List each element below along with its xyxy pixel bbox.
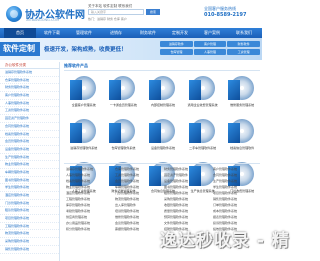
product-name[interactable]: 仓库管理软件系统 [106, 146, 142, 154]
product-card[interactable]: 通用企业收费管理系统 [185, 74, 221, 111]
software-box-icon[interactable] [148, 117, 178, 145]
sidebar-item[interactable]: 工程管理软件系统 [0, 223, 59, 231]
hotline-number: 010-8589-2197 [204, 12, 247, 18]
sidebar-item[interactable]: 合同管理软件系统 [0, 123, 59, 131]
software-box-icon[interactable] [188, 117, 218, 145]
section-title: 推荐软件产品 [64, 63, 88, 68]
nav-item-contact[interactable]: 联系我们 [228, 28, 260, 38]
product-name[interactable]: 设备管理软件系统 [145, 146, 181, 154]
software-box-icon[interactable] [227, 74, 257, 102]
nav-item-management[interactable]: 管理软件 [68, 28, 100, 38]
sidebar-item[interactable]: 销售管理软件系统 [0, 246, 59, 254]
sidebar-item[interactable]: 仓库管理软件系统 [0, 77, 59, 85]
nav-item-custom-dev[interactable]: 定制开发 [164, 28, 196, 38]
nav-item-inventory[interactable]: 进销存 [100, 28, 132, 38]
product-name[interactable]: 档案信息管理软件 [224, 146, 260, 154]
main-nav: 首页 软件下载 管理软件 进销存 财务软件 定制开发 客户案例 联系我们 [0, 28, 262, 38]
product-name[interactable]: 内部控制管理系统 [145, 103, 181, 111]
product-card[interactable]: 仓库管理软件系统 [106, 117, 142, 154]
banner-slogan: 极速开发，架构成熟，收费更低！ [44, 47, 127, 53]
nav-item-downloads[interactable]: 软件下载 [36, 28, 68, 38]
product-card[interactable]: 全面客户管理系统 [66, 74, 102, 111]
software-link-list: 进销存管理软件系统 仓库管理软件系统 财务管理软件系统 客户管理软件系统 人事管理软件系… [66, 166, 260, 232]
product-card[interactable]: 档案信息管理软件 [224, 117, 260, 154]
sidebar-item[interactable]: 固定资产管理软件 [0, 115, 59, 123]
product-name[interactable]: 二手车管理软件系统 [185, 146, 221, 154]
banner-tag[interactable]: 仓库管理 [160, 49, 193, 55]
software-box-icon[interactable] [69, 74, 99, 102]
software-box-icon[interactable] [108, 74, 138, 102]
sidebar-item[interactable]: 车辆管理软件系统 [0, 169, 59, 177]
sidebar-item[interactable]: 租赁管理软件系统 [0, 207, 59, 216]
banner-tag[interactable]: 工资管理 [227, 49, 260, 55]
sidebar-item[interactable]: 会员管理软件系统 [0, 138, 59, 146]
product-card[interactable]: 设备管理软件系统 [145, 117, 181, 154]
sidebar-item[interactable]: 酒店管理软件系统 [0, 192, 59, 200]
list-divider [64, 163, 260, 164]
sidebar-title: 办公软件分类 [0, 62, 59, 69]
nav-item-cases[interactable]: 客户案例 [196, 28, 228, 38]
site-header: 协办公软件网 XIEBANGONG.COM 关于本站 软件定制 联系我们 输入关… [0, 0, 262, 28]
sidebar-item[interactable]: 财务管理软件系统 [0, 84, 59, 93]
product-card[interactable]: 一卡通会员管理系统 [106, 74, 142, 111]
banner-tag[interactable]: 进销存软件 [160, 41, 193, 47]
watermark-text: 逸达秒收录 - 精 [160, 231, 290, 251]
sidebar-item[interactable]: 设备管理软件系统 [0, 146, 59, 154]
banner-tag-list: 进销存软件 客户管理 财务软件 仓库管理 人事管理 工资管理 [160, 41, 260, 55]
banner-heading: 软件定制 [0, 42, 40, 56]
product-name[interactable]: 一卡通会员管理系统 [106, 103, 142, 111]
sidebar-item[interactable]: 物业管理软件系统 [0, 161, 59, 169]
sidebar-item[interactable]: 工资管理软件系统 [0, 107, 59, 116]
sidebar-item[interactable]: 生产管理软件系统 [0, 154, 59, 162]
sidebar-item[interactable]: 门诊管理软件系统 [0, 200, 59, 208]
software-box-icon[interactable] [227, 117, 257, 145]
hot-keywords[interactable]: 热门：进销存 财务 仓库 客户 [88, 17, 127, 21]
logo-icon[interactable] [6, 6, 22, 22]
software-box-icon[interactable] [108, 117, 138, 145]
site-logo-subtitle: XIEBANGONG.COM [26, 18, 60, 22]
nav-item-finance[interactable]: 财务软件 [132, 28, 164, 38]
sidebar-item[interactable]: 学生管理软件系统 [0, 184, 59, 192]
product-name[interactable]: 全面客户管理系统 [66, 103, 102, 111]
product-card[interactable]: 二手车管理软件系统 [185, 117, 221, 154]
category-sidebar: 办公软件分类 进销存管理软件系统 仓库管理软件系统 财务管理软件系统 客户管理软… [0, 62, 60, 261]
sidebar-item[interactable]: 图书管理软件系统 [0, 177, 59, 185]
product-card[interactable]: 维修服务管理系统 [224, 74, 260, 111]
promo-banner[interactable]: 软件定制 极速开发，架构成熟，收费更低！ 进销存软件 客户管理 财务软件 仓库管… [0, 38, 262, 60]
search-input[interactable]: 输入关键字 [88, 9, 144, 15]
nav-item-home[interactable]: 首页 [4, 28, 36, 38]
banner-tag[interactable]: 人事管理 [193, 49, 227, 55]
software-link[interactable]: 积分管理软件系统 [66, 226, 113, 232]
product-name[interactable]: 维修服务管理系统 [224, 103, 260, 111]
software-box-icon[interactable] [148, 74, 178, 102]
product-card[interactable]: 内部控制管理系统 [145, 74, 181, 111]
sidebar-item[interactable]: 采购管理软件系统 [0, 238, 59, 246]
search-button[interactable]: 搜索 [146, 9, 160, 15]
software-box-icon[interactable] [69, 117, 99, 145]
sidebar-item[interactable]: 人事管理软件系统 [0, 100, 59, 108]
sidebar-item[interactable]: 进销存管理软件系统 [0, 69, 59, 77]
sidebar-item[interactable]: 客户管理软件系统 [0, 92, 59, 100]
section-divider [64, 70, 260, 71]
sidebar-item[interactable]: 物流管理软件系统 [0, 230, 59, 239]
software-box-icon[interactable] [188, 74, 218, 102]
sidebar-item[interactable]: 项目管理软件系统 [0, 215, 59, 223]
banner-tag[interactable]: 财务软件 [227, 41, 260, 47]
product-name[interactable]: 通用企业收费管理系统 [185, 103, 221, 111]
banner-tag[interactable]: 客户管理 [193, 41, 227, 47]
sidebar-item[interactable]: 档案管理软件系统 [0, 131, 59, 139]
software-link[interactable]: 票据管理软件系统 [115, 226, 162, 232]
product-card[interactable]: 进销存管理软件系统 [66, 117, 102, 154]
product-name[interactable]: 进销存管理软件系统 [66, 146, 102, 154]
